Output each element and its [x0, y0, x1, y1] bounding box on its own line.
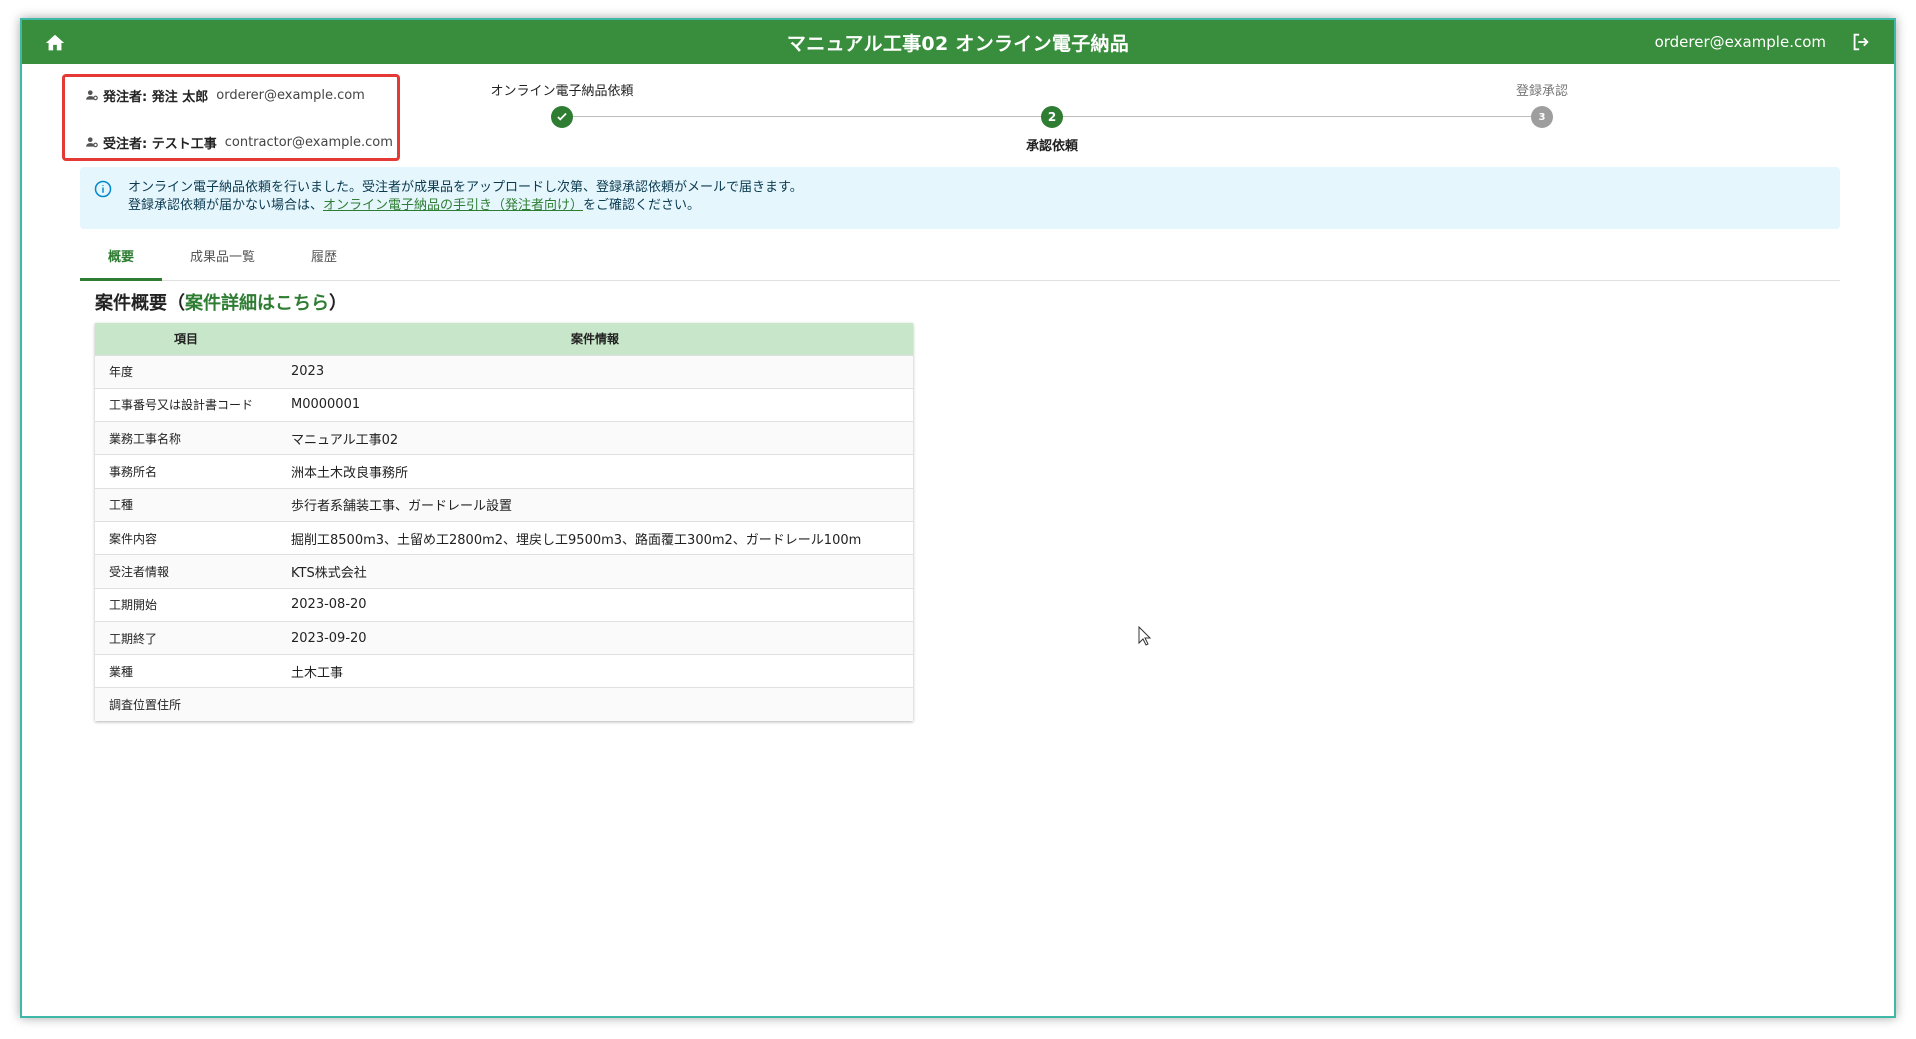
parties-box: 発注者: 発注 太郎 orderer@example.com 受注者: テスト工…: [62, 74, 400, 161]
manual-link[interactable]: オンライン電子納品の手引き（発注者向け）: [323, 198, 583, 213]
column-header-info: 案件情報: [277, 323, 913, 355]
orderer-label: 発注者: 発注 太郎: [103, 89, 209, 105]
row-item: 工期開始: [95, 587, 277, 622]
table-row: 年度 2023: [95, 354, 913, 389]
table-row: 工期終了 2023-09-20: [95, 620, 913, 655]
row-value: KTS株式会社: [277, 554, 913, 589]
row-item: 業種: [95, 654, 277, 688]
table-row: 受注者情報 KTS株式会社: [95, 554, 913, 589]
tab-overview[interactable]: 概要: [80, 237, 163, 281]
table-row: 工種 歩行者系舗装工事、ガードレール設置: [95, 487, 913, 522]
tab-deliverables[interactable]: 成果品一覧: [162, 237, 283, 281]
table-row: 業種 土木工事: [95, 654, 913, 688]
table-row: 事務所名 洲本土木改良事務所: [95, 454, 913, 489]
row-value: 2023: [277, 354, 913, 389]
summary-title-prefix: 案件概要（: [95, 293, 185, 314]
alert-line-2-prefix: 登録承認依頼が届かない場合は、: [128, 198, 324, 213]
user-settings-icon: [86, 90, 98, 101]
user-email: orderer@example.com: [1654, 33, 1826, 51]
table-row: 工期開始 2023-08-20: [95, 587, 913, 622]
column-header-item: 項目: [95, 323, 277, 355]
page-title: マニュアル工事02 オンライン電子納品: [786, 32, 1130, 55]
row-item: 事務所名: [95, 454, 277, 489]
row-item: 年度: [95, 354, 277, 389]
orderer-info: 発注者: 発注 太郎 orderer@example.com: [85, 85, 365, 105]
step-1-label: オンライン電子納品依頼: [490, 84, 634, 99]
row-item: 工事番号又は設計書コード: [95, 387, 277, 422]
contractor-info: 受注者: テスト工事 contractor@example.com: [85, 132, 393, 152]
table-row: 案件内容 掘削工8500m3、土留め工2800m2、埋戻し工9500m3、路面覆工…: [95, 520, 913, 555]
row-item: 工種: [95, 487, 277, 522]
logout-icon[interactable]: [1850, 31, 1872, 53]
alert-line-2: 登録承認依頼が届かない場合は、オンライン電子納品の手引き（発注者向け）をご確認く…: [128, 197, 1824, 215]
summary-title: 案件概要（案件詳細はこちら）: [95, 289, 347, 315]
mouse-pointer-icon: [1138, 625, 1152, 646]
row-value: 2023-08-20: [277, 587, 913, 622]
alert-line-1: オンライン電子納品依頼を行いました。受注者が成果品をアップロードし次第、登録承認…: [128, 180, 803, 195]
row-value: M0000001: [277, 387, 913, 422]
tab-bar: 概要 成果品一覧 履歴: [80, 237, 1840, 281]
check-icon: [551, 106, 573, 128]
contractor-email: contractor@example.com: [224, 134, 393, 150]
row-item: 調査位置住所: [95, 687, 277, 722]
row-item: 案件内容: [95, 520, 277, 555]
row-value: 2023-09-20: [277, 620, 913, 655]
row-item: 業務工事名称: [95, 421, 277, 455]
summary-table: 項目 案件情報 年度 2023 工事番号又は設計書コード M0000001 業務工事…: [95, 323, 913, 722]
table-header-row: 項目 案件情報: [95, 323, 913, 355]
row-value: 洲本土木改良事務所: [277, 454, 913, 489]
info-alert: オンライン電子納品依頼を行いました。受注者が成果品をアップロードし次第、登録承認…: [80, 167, 1840, 229]
step-2-number: 2: [1041, 106, 1063, 128]
row-item: 工期終了: [95, 620, 277, 655]
orderer-email: orderer@example.com: [216, 87, 365, 103]
row-value: 歩行者系舗装工事、ガードレール設置: [277, 487, 913, 522]
app-header: マニュアル工事02 オンライン電子納品 orderer@example.com: [22, 20, 1894, 64]
alert-line-2-suffix: をご確認ください。: [583, 198, 701, 213]
row-value: 土木工事: [277, 654, 913, 688]
user-settings-icon: [86, 137, 98, 148]
tab-history[interactable]: 履歴: [283, 237, 365, 281]
info-icon: [94, 180, 112, 198]
row-value: マニュアル工事02: [277, 421, 913, 455]
progress-stepper: オンライン電子納品依頼 2 承認依頼 登録承認 3: [490, 80, 1622, 170]
row-value: 掘削工8500m3、土留め工2800m2、埋戻し工9500m3、路面覆工300m…: [277, 520, 913, 555]
row-value: [277, 687, 913, 722]
table-row: 調査位置住所: [95, 687, 913, 722]
step-3-number: 3: [1531, 106, 1553, 128]
row-item: 受注者情報: [95, 554, 277, 589]
step-3-label: 登録承認: [1515, 84, 1568, 99]
app-window: マニュアル工事02 オンライン電子納品 orderer@example.com …: [20, 18, 1896, 1018]
details-link[interactable]: 案件詳細はこちら: [185, 293, 329, 314]
contractor-label: 受注者: テスト工事: [103, 136, 217, 152]
home-icon[interactable]: [44, 32, 66, 52]
table-row: 業務工事名称 マニュアル工事02: [95, 421, 913, 455]
summary-title-suffix: ）: [329, 293, 347, 314]
table-row: 工事番号又は設計書コード M0000001: [95, 387, 913, 422]
step-2-label: 承認依頼: [1025, 139, 1078, 154]
